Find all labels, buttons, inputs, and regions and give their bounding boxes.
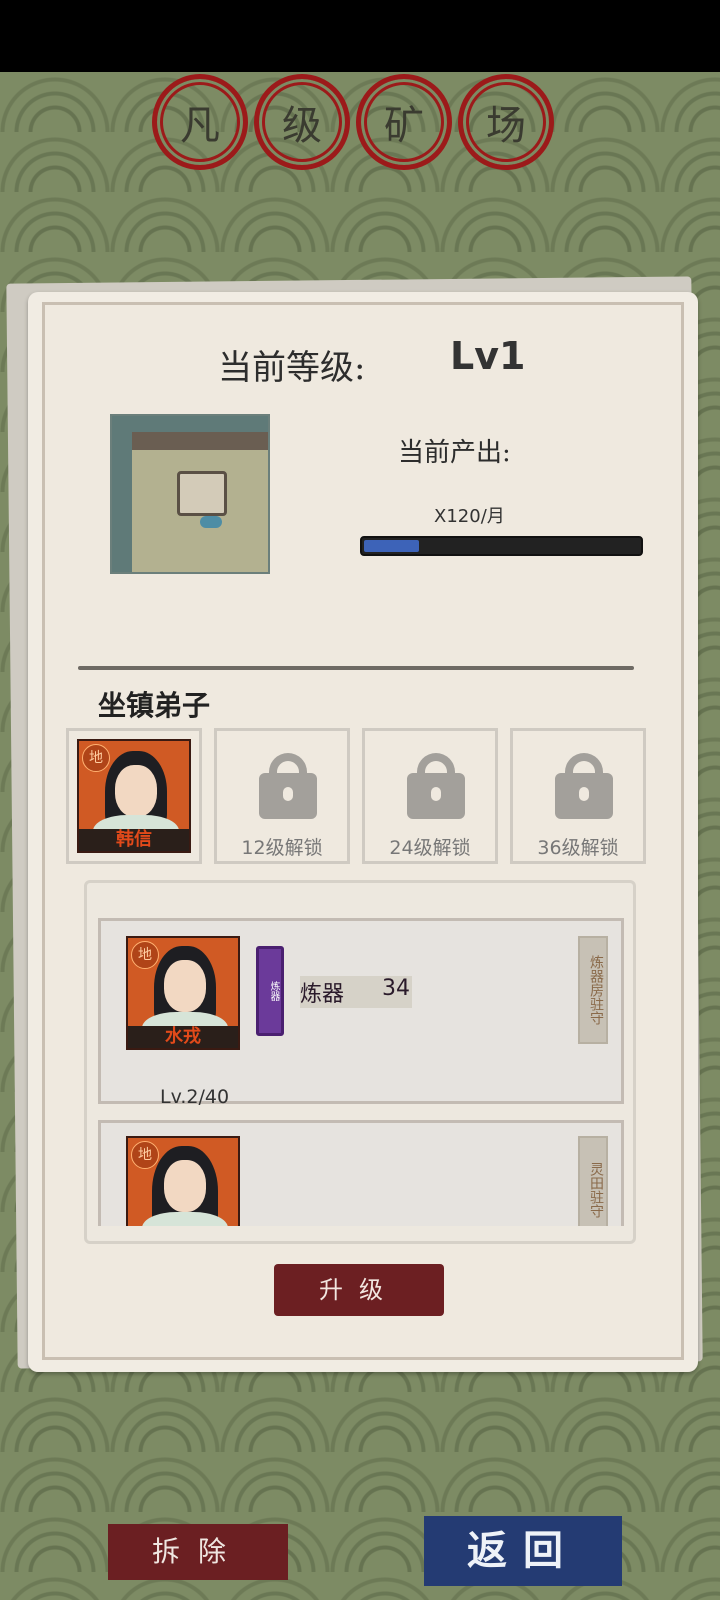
- unlock-requirement: 24级解锁: [389, 837, 471, 859]
- divider: [78, 666, 634, 670]
- title-seal: 场: [458, 74, 554, 170]
- assignment-tag: 灵田驻守: [578, 1136, 608, 1226]
- status-bar: [0, 0, 720, 72]
- level-label: 当前等级:: [218, 348, 366, 388]
- well-icon: [177, 471, 227, 516]
- rank-badge: 地: [82, 744, 110, 772]
- assignment-tag: 炼器房驻守: [578, 936, 608, 1044]
- demolish-button[interactable]: 拆除: [108, 1524, 288, 1580]
- output-progress-bar: [360, 536, 643, 556]
- unlock-requirement: 36级解锁: [537, 837, 619, 859]
- disciple-portrait[interactable]: 地 韩信: [77, 739, 191, 853]
- role-tag: 炼器: [256, 946, 284, 1036]
- skill-name: 炼器: [300, 982, 345, 1007]
- skill-value: 34: [382, 976, 410, 1001]
- disciple-list-viewport[interactable]: 地 水戎 炼器 炼器房驻守 地 灵田驻守: [90, 910, 630, 1226]
- disciple-level: Lv.2/40: [160, 1086, 230, 1108]
- guard-slot-1[interactable]: 地 韩信: [66, 728, 202, 864]
- page-title: 凡 级 矿 场: [152, 74, 572, 174]
- upgrade-button[interactable]: 升级: [274, 1264, 444, 1316]
- ore-icon: [200, 516, 222, 528]
- title-seal: 矿: [356, 74, 452, 170]
- mine-illustration: [110, 414, 270, 574]
- return-button[interactable]: 返回: [424, 1516, 622, 1586]
- disciple-portrait[interactable]: 地 水戎: [126, 936, 240, 1050]
- guard-slot-4[interactable]: 36级解锁: [510, 728, 646, 864]
- output-value: X120/月: [434, 506, 505, 527]
- rank-badge: 地: [131, 941, 159, 969]
- output-progress-fill: [364, 540, 419, 552]
- disciple-name: 韩信: [79, 829, 189, 851]
- title-seal: 级: [254, 74, 350, 170]
- disciple-portrait[interactable]: 地: [126, 1136, 240, 1226]
- title-seal: 凡: [152, 74, 248, 170]
- output-label: 当前产出:: [398, 438, 511, 468]
- guard-slot-2[interactable]: 12级解锁: [214, 728, 350, 864]
- guard-slot-3[interactable]: 24级解锁: [362, 728, 498, 864]
- level-value: Lv1: [450, 334, 526, 378]
- unlock-requirement: 12级解锁: [241, 837, 323, 859]
- disciple-name: 水戎: [128, 1026, 238, 1048]
- rank-badge: 地: [131, 1141, 159, 1169]
- guard-section-title: 坐镇弟子: [98, 689, 211, 722]
